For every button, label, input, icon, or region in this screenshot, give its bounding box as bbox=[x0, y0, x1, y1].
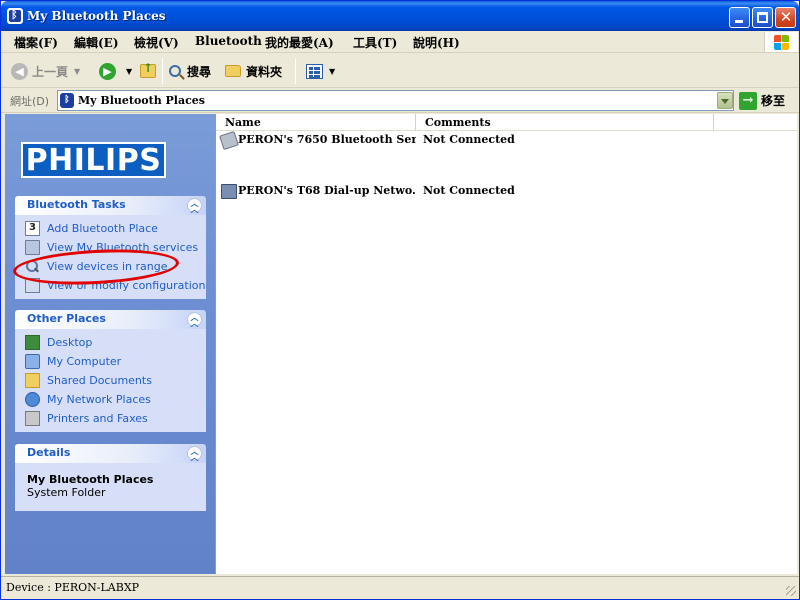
windows-logo-icon bbox=[764, 32, 798, 52]
go-label: 移至 bbox=[761, 94, 786, 108]
list-item[interactable]: PERON's T68 Dial-up Netwo... Not Connect… bbox=[216, 183, 796, 201]
task-pane: PHILIPS Bluetooth Tasks ︿︿ Add Bluetooth… bbox=[5, 114, 215, 574]
menu-edit[interactable]: 編輯(E) bbox=[74, 34, 119, 51]
up-folder-icon: ↑ bbox=[140, 61, 156, 78]
bluetooth-tasks-panel: Bluetooth Tasks ︿︿ Add Bluetooth Place V… bbox=[15, 196, 206, 299]
laptop-icon bbox=[25, 240, 40, 255]
bluetooth-icon: ᛒ bbox=[60, 93, 74, 108]
maximize-button[interactable] bbox=[752, 7, 773, 28]
search-label: 搜尋 bbox=[187, 64, 212, 79]
address-input[interactable]: ᛒ My Bluetooth Places bbox=[57, 90, 734, 111]
minimize-button[interactable] bbox=[729, 7, 750, 28]
place-label: My Computer bbox=[47, 355, 122, 368]
details-name: My Bluetooth Places bbox=[27, 473, 154, 486]
menu-view[interactable]: 檢視(V) bbox=[134, 34, 179, 51]
back-dropdown-icon[interactable]: ▼ bbox=[74, 66, 80, 76]
resize-grip-icon[interactable] bbox=[786, 586, 796, 596]
toolbar: ◀ 上一頁 ▼ ▶ ▼ ↑ 搜尋 資料夾 ▼ bbox=[1, 54, 799, 88]
place-desktop[interactable]: Desktop bbox=[15, 333, 206, 352]
back-button[interactable]: ◀ 上一頁 ▼ bbox=[11, 60, 80, 82]
back-label: 上一頁 bbox=[32, 64, 69, 79]
close-button[interactable]: ✕ bbox=[775, 7, 796, 28]
serial-port-icon bbox=[219, 130, 239, 151]
address-label: 網址(D) bbox=[10, 95, 50, 108]
place-label: Printers and Faxes bbox=[47, 412, 148, 425]
dialup-network-icon bbox=[221, 184, 237, 199]
minimize-icon bbox=[735, 20, 743, 23]
details-header[interactable]: Details ︿ ︿ bbox=[15, 444, 206, 463]
column-header-comments[interactable]: Comments bbox=[416, 114, 714, 131]
address-value: My Bluetooth Places bbox=[78, 94, 205, 107]
views-icon bbox=[306, 63, 323, 79]
other-places-panel: Other Places ︿ ︿ Desktop My Computer Shar… bbox=[15, 310, 206, 432]
place-label: Desktop bbox=[47, 336, 93, 349]
forward-arrow-icon: ▶ bbox=[99, 62, 116, 80]
printer-icon bbox=[25, 411, 40, 426]
title-bar[interactable]: ᛒ My Bluetooth Places ✕ bbox=[1, 1, 799, 31]
details-panel: Details ︿ ︿ My Bluetooth Places System Fo… bbox=[15, 444, 206, 511]
menu-bar: 檔案(F) 編輯(E) 檢視(V) Bluetooth 我的最愛(A) 工具(T… bbox=[1, 31, 799, 53]
search-icon bbox=[169, 65, 181, 77]
other-places-header[interactable]: Other Places ︿ ︿ bbox=[15, 310, 206, 329]
menu-file[interactable]: 檔案(F) bbox=[14, 34, 58, 51]
menu-tools[interactable]: 工具(T) bbox=[353, 34, 397, 51]
details-title: Details bbox=[27, 446, 71, 459]
philips-logo: PHILIPS bbox=[21, 142, 166, 178]
collapse-chevron-icon[interactable]: ︿ ︿ bbox=[187, 198, 202, 214]
address-dropdown-button[interactable] bbox=[717, 92, 733, 109]
go-arrow-icon: → bbox=[739, 91, 757, 110]
status-bar: Device : PERON-LABXP bbox=[1, 576, 799, 599]
place-shared-documents[interactable]: Shared Documents bbox=[15, 371, 206, 390]
column-header-name[interactable]: Name bbox=[216, 114, 416, 131]
list-item[interactable]: PERON's 7650 Bluetooth Ser... Not Connec… bbox=[216, 130, 796, 151]
place-label: My Network Places bbox=[47, 393, 151, 406]
menu-bluetooth[interactable]: Bluetooth bbox=[195, 34, 262, 48]
folder-icon bbox=[225, 65, 241, 77]
bluetooth-icon: ᛒ bbox=[7, 8, 23, 24]
item-name: PERON's 7650 Bluetooth Ser... bbox=[238, 133, 416, 146]
views-dropdown-icon[interactable]: ▼ bbox=[329, 66, 335, 76]
place-printers-and-faxes[interactable]: Printers and Faxes bbox=[15, 409, 206, 428]
go-button[interactable]: → 移至 bbox=[739, 90, 785, 111]
menu-favorites[interactable]: 我的最愛(A) bbox=[265, 34, 334, 51]
up-folder-button[interactable]: ↑ bbox=[140, 60, 156, 82]
task-add-bluetooth-place[interactable]: Add Bluetooth Place bbox=[15, 219, 206, 238]
column-header-row: Name Comments bbox=[216, 114, 797, 131]
collapse-chevron-icon[interactable]: ︿ ︿ bbox=[187, 446, 202, 462]
window-title: My Bluetooth Places bbox=[27, 9, 166, 23]
place-my-network-places[interactable]: My Network Places bbox=[15, 390, 206, 409]
other-places-title: Other Places bbox=[27, 312, 106, 325]
computer-icon bbox=[25, 354, 40, 369]
maximize-icon bbox=[757, 12, 768, 23]
close-icon: ✕ bbox=[779, 8, 793, 26]
place-label: Shared Documents bbox=[47, 374, 152, 387]
folder-icon bbox=[25, 373, 40, 388]
collapse-chevron-icon[interactable]: ︿ ︿ bbox=[187, 312, 202, 328]
add-place-icon bbox=[25, 221, 40, 236]
item-comments: Not Connected bbox=[423, 133, 515, 146]
address-bar: 網址(D) ᛒ My Bluetooth Places → 移至 bbox=[1, 89, 799, 113]
views-button[interactable]: ▼ bbox=[306, 60, 335, 82]
folders-button[interactable]: 資料夾 bbox=[225, 60, 282, 82]
search-button[interactable]: 搜尋 bbox=[169, 60, 211, 82]
place-my-computer[interactable]: My Computer bbox=[15, 352, 206, 371]
network-icon bbox=[25, 392, 40, 407]
task-label: Add Bluetooth Place bbox=[47, 222, 158, 235]
folders-label: 資料夾 bbox=[246, 64, 283, 79]
desktop-icon bbox=[25, 335, 40, 350]
item-name: PERON's T68 Dial-up Netwo... bbox=[238, 184, 416, 197]
forward-dropdown-icon[interactable]: ▼ bbox=[126, 66, 132, 76]
toolbar-separator bbox=[162, 58, 163, 84]
explorer-window: ᛒ My Bluetooth Places ✕ 檔案(F) 編輯(E) 檢視(V… bbox=[0, 0, 800, 600]
item-comments: Not Connected bbox=[423, 184, 515, 197]
file-list: Name Comments PERON's 7650 Bluetooth Ser… bbox=[215, 114, 797, 574]
bluetooth-tasks-title: Bluetooth Tasks bbox=[27, 198, 126, 211]
bluetooth-tasks-header[interactable]: Bluetooth Tasks ︿ ︿ bbox=[15, 196, 206, 215]
toolbar-separator bbox=[295, 58, 296, 84]
forward-button[interactable]: ▶ ▼ bbox=[99, 60, 132, 82]
status-text: Device : PERON-LABXP bbox=[6, 581, 140, 594]
details-type: System Folder bbox=[27, 486, 106, 499]
back-arrow-icon: ◀ bbox=[11, 62, 28, 80]
menu-help[interactable]: 說明(H) bbox=[413, 34, 460, 51]
